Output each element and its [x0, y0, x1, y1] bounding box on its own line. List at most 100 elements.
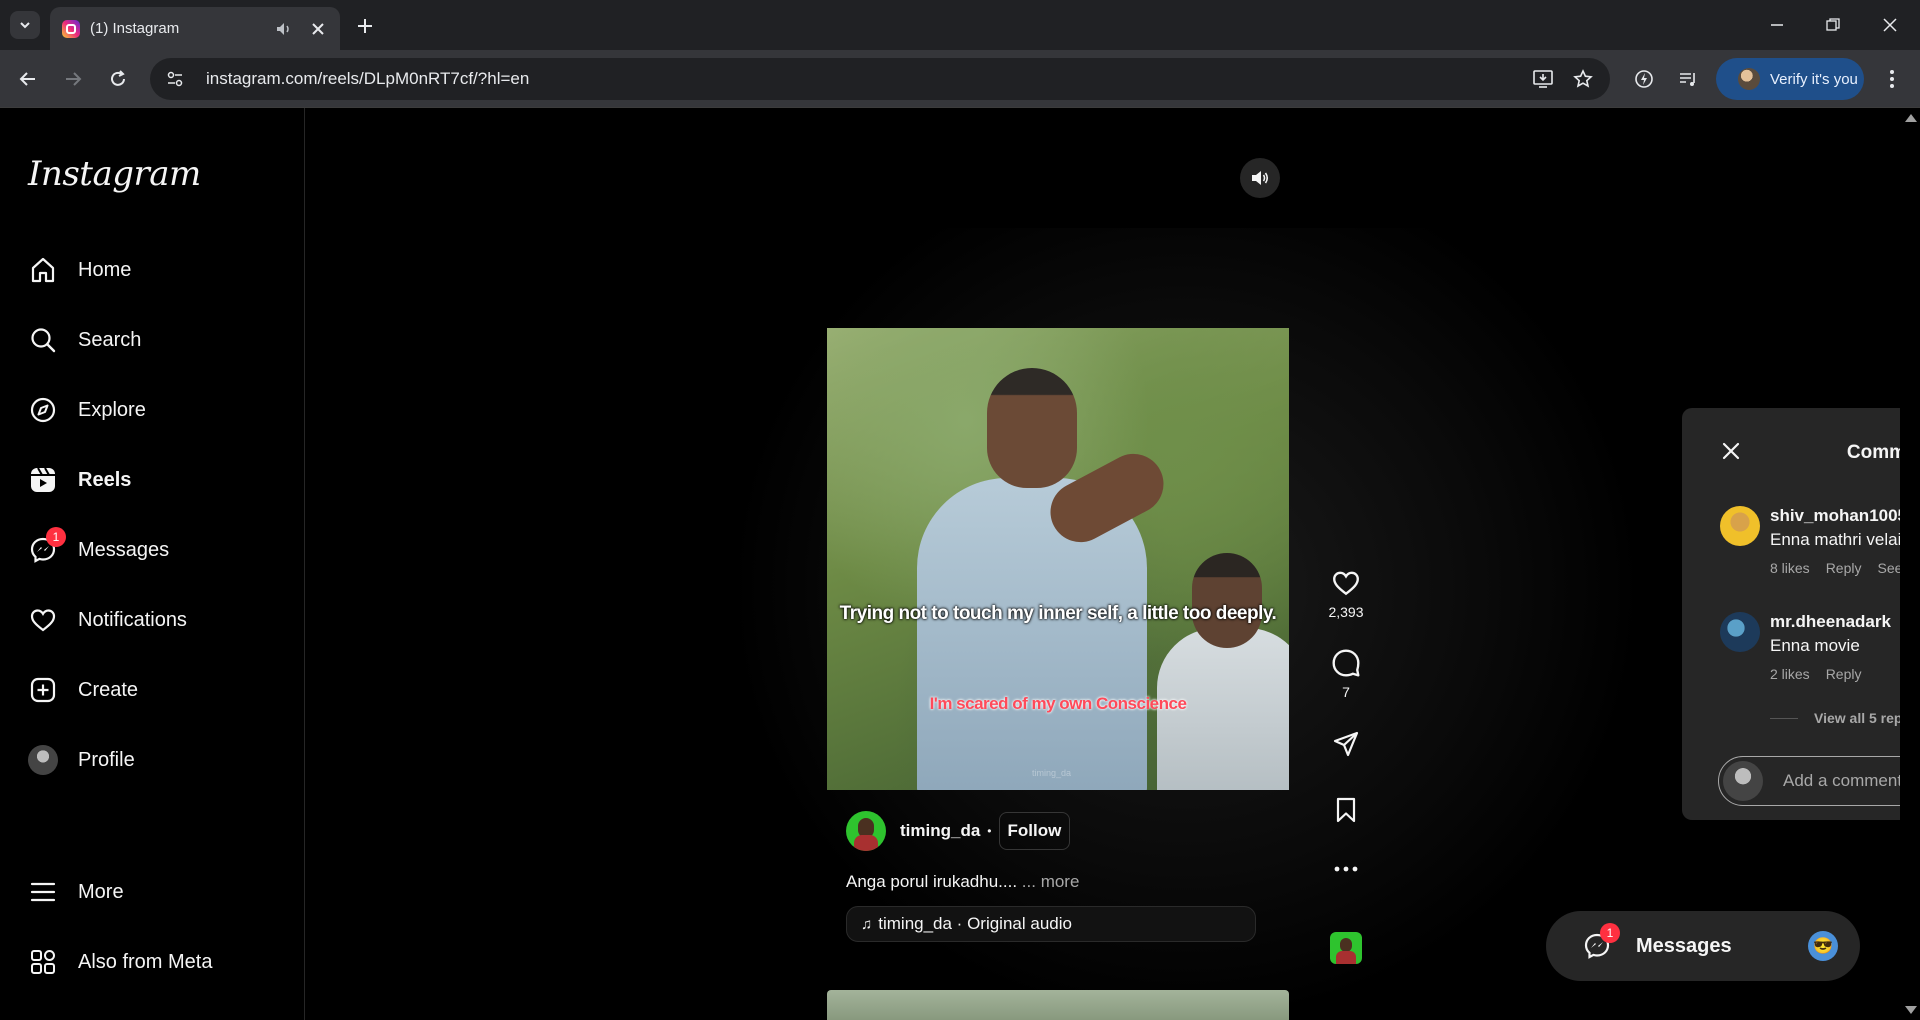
reload-button[interactable] — [104, 65, 132, 93]
comment-reply-button[interactable]: Reply — [1826, 560, 1862, 576]
scroll-up-arrow-icon[interactable] — [1905, 114, 1917, 122]
comments-panel: Comments shiv_mohan1005 16h Enna mathri … — [1682, 408, 1900, 820]
nav-messages[interactable]: 1 Messages — [14, 522, 290, 578]
comment-input[interactable] — [1783, 771, 1900, 791]
tab-close-icon[interactable] — [308, 19, 328, 39]
audio-avatar — [1330, 932, 1362, 964]
nav-messages-label: Messages — [78, 538, 170, 561]
share-action[interactable] — [1316, 730, 1376, 758]
kebab-menu-icon — [1890, 70, 1894, 88]
verify-profile-button[interactable]: Verify it's you — [1716, 58, 1864, 100]
nav-notifications-label: Notifications — [78, 608, 187, 631]
author-row: timing_da • Follow — [846, 810, 1266, 852]
nav-reels[interactable]: Reels — [14, 452, 290, 508]
comment-text: Enna movie — [1770, 636, 1860, 655]
reel-info: timing_da • Follow Anga porul irukadhu..… — [846, 810, 1266, 942]
restore-button[interactable] — [1818, 10, 1848, 40]
nav-create[interactable]: Create — [14, 662, 290, 718]
audio-link[interactable]: ♫ timing_da · Original audio — [846, 906, 1256, 942]
comment-body: shiv_mohan1005 16h Enna mathri velaipadu… — [1770, 506, 1900, 576]
new-tab-button[interactable] — [352, 13, 378, 39]
ellipsis-icon — [1334, 866, 1358, 872]
video-caption-secondary: I'm scared of my own Conscience — [929, 694, 1187, 713]
messages-badge: 1 — [46, 527, 66, 547]
arrow-right-icon — [66, 72, 82, 86]
audio-toggle-button[interactable] — [1240, 158, 1280, 198]
comment-text: Enna mathri velaipadu 🤯📈👊 — [1770, 530, 1900, 549]
scroll-down-arrow-icon[interactable] — [1905, 1006, 1917, 1014]
comment-reply-button[interactable]: Reply — [1826, 666, 1862, 682]
like-action[interactable]: 2,393 — [1316, 568, 1376, 620]
comment-likes[interactable]: 8 likes — [1770, 560, 1810, 576]
comments-count: 7 — [1342, 684, 1350, 700]
nav-more[interactable]: More — [14, 864, 290, 920]
search-icon — [28, 325, 58, 355]
next-reel-preview[interactable] — [827, 990, 1289, 1020]
author-avatar[interactable] — [846, 811, 886, 851]
install-app-icon[interactable] — [1530, 66, 1556, 92]
site-settings-icon[interactable] — [160, 64, 190, 94]
performance-icon[interactable] — [1630, 65, 1658, 93]
see-translation-button[interactable]: See translation — [1877, 560, 1900, 576]
avatar — [1723, 761, 1763, 801]
nav-profile[interactable]: Profile — [14, 732, 290, 788]
bookmark-star-icon[interactable] — [1570, 66, 1596, 92]
reload-icon — [111, 70, 125, 86]
caption-text: Anga porul irukadhu.... — [846, 872, 1018, 891]
video-scene-head-2 — [1192, 553, 1262, 648]
close-window-button[interactable] — [1875, 10, 1905, 40]
messages-floating-button[interactable]: 1 Messages 😎 — [1546, 911, 1860, 981]
nav-also-from-meta[interactable]: Also from Meta — [14, 934, 290, 990]
comment-meta: 8 likes Reply See translation — [1770, 560, 1900, 576]
plus-icon — [358, 19, 372, 33]
minimize-button[interactable] — [1762, 10, 1792, 40]
view-replies-label: View all 5 replies — [1814, 710, 1900, 726]
bookmark-icon — [1336, 797, 1356, 823]
comment-likes[interactable]: 2 likes — [1770, 666, 1810, 682]
nav-search[interactable]: Search — [14, 312, 290, 368]
audio-thumbnail[interactable] — [1316, 932, 1376, 964]
save-action[interactable] — [1316, 796, 1376, 824]
more-options-action[interactable] — [1316, 866, 1376, 872]
comment-avatar[interactable] — [1720, 612, 1760, 652]
view-replies-button[interactable]: View all 5 replies — [1770, 710, 1900, 726]
comment-username[interactable]: shiv_mohan1005 — [1770, 506, 1900, 525]
nav-home[interactable]: Home — [14, 242, 290, 298]
nav-search-label: Search — [78, 328, 142, 351]
messages-float-label: Messages — [1636, 934, 1732, 957]
tab-audio-icon[interactable] — [274, 19, 294, 39]
nav-explore[interactable]: Explore — [14, 382, 290, 438]
caption-more-link[interactable]: ... more — [1022, 872, 1080, 891]
speaker-icon — [1252, 171, 1269, 185]
browser-menu-button[interactable] — [1878, 65, 1906, 93]
messenger-icon: 1 — [1582, 923, 1620, 961]
url-text[interactable]: instagram.com/reels/DLpM0nRT7cf/?hl=en — [206, 69, 1530, 89]
arrow-left-icon — [19, 72, 35, 86]
tab-search-button[interactable] — [10, 11, 40, 39]
back-button[interactable] — [14, 65, 42, 93]
instagram-logo[interactable]: Instagram — [28, 154, 201, 194]
comments-title: Comments — [1846, 442, 1900, 463]
nav-notifications[interactable]: Notifications — [14, 592, 290, 648]
comment-action[interactable]: 7 — [1316, 648, 1376, 700]
browser-tab[interactable]: (1) Instagram — [50, 7, 340, 50]
likes-count: 2,393 — [1328, 604, 1364, 620]
comment-body: mr.dheenadark 1d Enna movie 2 likes Repl… — [1770, 612, 1900, 682]
nav-reels-label: Reels — [78, 468, 132, 491]
reel-caption: Anga porul irukadhu.... ... more — [846, 872, 1266, 892]
comment-avatar[interactable] — [1720, 506, 1760, 546]
author-username[interactable]: timing_da — [900, 821, 980, 841]
reel-video[interactable]: Trying not to touch my inner self, a lit… — [827, 328, 1289, 790]
heart-icon — [28, 605, 58, 635]
follow-button[interactable]: Follow — [998, 812, 1071, 850]
address-bar[interactable]: instagram.com/reels/DLpM0nRT7cf/?hl=en — [150, 58, 1610, 100]
page-scrollbar[interactable] — [1900, 108, 1920, 1020]
forward-button[interactable] — [59, 65, 87, 93]
send-icon — [1333, 731, 1359, 757]
audio-label: timing_da · Original audio — [878, 914, 1072, 933]
reels-icon — [28, 465, 58, 495]
media-controls-icon[interactable] — [1674, 65, 1702, 93]
add-comment-box — [1718, 756, 1900, 806]
comment-username[interactable]: mr.dheenadark — [1770, 612, 1891, 631]
nav-home-label: Home — [78, 258, 132, 281]
